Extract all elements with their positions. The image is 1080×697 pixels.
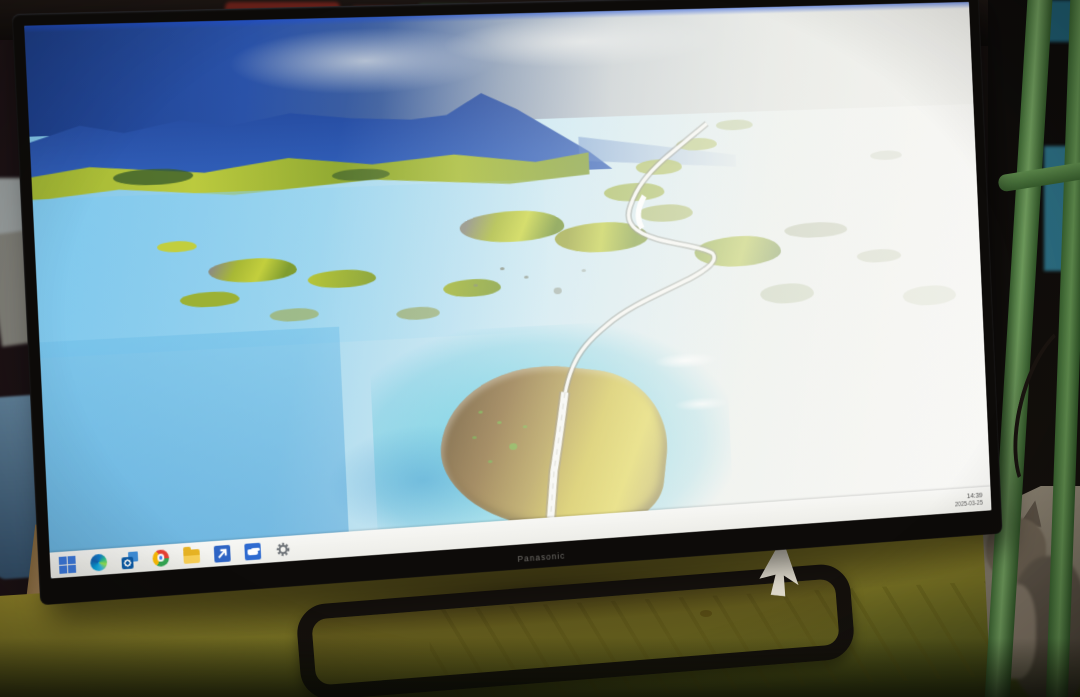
taskbar-clock[interactable]: 14:39 2025-03-25 bbox=[955, 492, 983, 508]
tv-screen: 14:39 2025-03-25 bbox=[24, 2, 991, 579]
settings-gear-icon[interactable] bbox=[275, 540, 292, 558]
shortcut-arrow-icon[interactable] bbox=[214, 544, 231, 562]
photo-of-tv-in-room: 14:39 2025-03-25 Panasonic bbox=[0, 0, 1080, 697]
panasonic-brand-logo: Panasonic bbox=[517, 551, 565, 564]
clock-date: 2025-03-25 bbox=[955, 499, 983, 508]
desktop-wallpaper bbox=[24, 2, 990, 553]
file-explorer-folder-icon[interactable] bbox=[183, 549, 200, 564]
outlook-mail-icon[interactable] bbox=[121, 551, 138, 569]
start-button-windows-logo-icon[interactable] bbox=[59, 555, 76, 573]
panasonic-tv: 14:39 2025-03-25 Panasonic bbox=[12, 0, 1003, 605]
cloud-sync-icon[interactable] bbox=[244, 542, 261, 560]
edge-browser-icon[interactable] bbox=[90, 553, 107, 571]
chrome-browser-icon[interactable] bbox=[152, 549, 169, 567]
screen-glare bbox=[24, 2, 990, 553]
